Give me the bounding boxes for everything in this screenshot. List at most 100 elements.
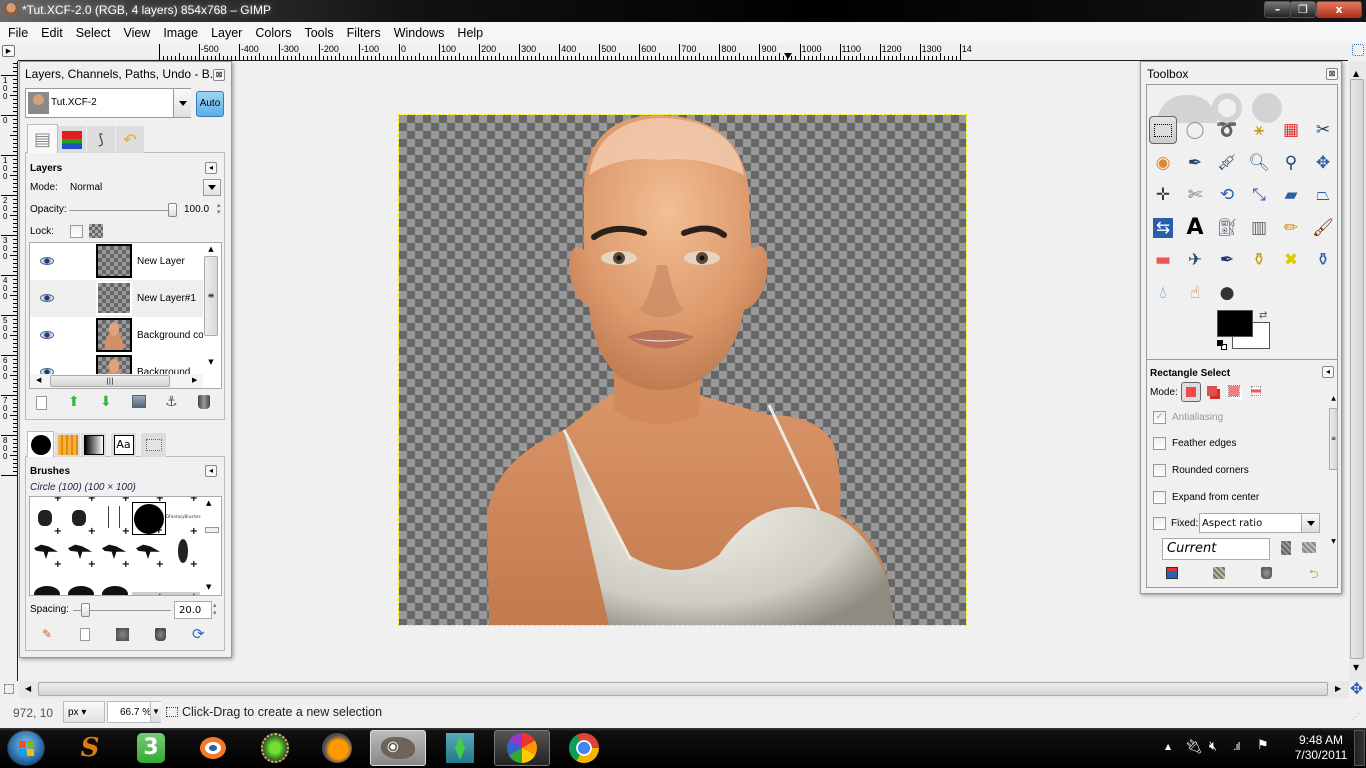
tool-paintbrush[interactable]: 🖌︎ <box>1309 214 1337 242</box>
taskbar-gimp[interactable] <box>370 730 426 766</box>
horizontal-ruler[interactable]: -500 -400 -300 -200 -100 0 100 200 300 400 500 600 7… <box>18 43 1348 61</box>
tool-rect-select[interactable]: ▭ <box>1149 116 1177 144</box>
tool-blur-sharpen[interactable]: 💧︎ <box>1149 279 1177 307</box>
mode-replace-button[interactable] <box>1181 382 1201 402</box>
close-toolbox-button[interactable]: ⊠ <box>1326 68 1338 80</box>
default-colors-icon[interactable] <box>1217 340 1223 346</box>
opacity-slider-track[interactable] <box>69 210 174 211</box>
vertical-scrollbar[interactable]: ▲ ▼ <box>1349 44 1366 681</box>
zoom-dropdown-arrow[interactable]: ▼ <box>150 702 161 722</box>
tool-zoom[interactable]: 🔍︎ <box>1245 149 1273 177</box>
tool-options-scrollbar[interactable]: ▲ ≡ ▼ <box>1329 395 1338 550</box>
auto-button[interactable]: Auto <box>196 91 224 117</box>
quick-mask-menu-button[interactable]: ▶ <box>2 45 15 57</box>
vertical-scroll-thumb[interactable] <box>1350 79 1364 659</box>
tool-paths[interactable]: ✒ <box>1181 149 1209 177</box>
clock[interactable]: 9:48 AM 7/30/2011 <box>1291 733 1351 763</box>
spacing-spin-arrows[interactable]: ▴ ▾ <box>213 601 217 617</box>
tool-bucket-fill[interactable]: ⛽︎ <box>1213 214 1241 242</box>
taskbar-the-sims-3[interactable] <box>432 730 488 766</box>
brush-preview-blob[interactable]: + <box>64 502 98 537</box>
mode-add-button[interactable] <box>1207 386 1217 396</box>
brush-preview-wing[interactable]: + <box>30 568 64 595</box>
layer-list-scroll-thumb[interactable]: ≡ <box>204 256 218 336</box>
feather-edges-checkbox[interactable] <box>1153 437 1166 450</box>
restore-options-button[interactable] <box>1213 567 1225 579</box>
mode-value[interactable]: Normal <box>70 182 102 193</box>
tool-options-scroll-thumb[interactable]: ≡ <box>1329 408 1338 470</box>
edit-brush-button[interactable]: ✎ <box>42 627 52 641</box>
minimize-button[interactable]: – <box>1264 1 1291 18</box>
spacing-input[interactable]: 20.0 <box>174 601 212 619</box>
image-selector-dropdown[interactable] <box>173 89 191 117</box>
unit-selector[interactable]: px ▾ <box>63 701 105 723</box>
tool-perspective-clone[interactable]: ⚱ <box>1309 246 1337 274</box>
close-button[interactable]: x <box>1316 1 1362 18</box>
tool-ellipse-select[interactable]: ◯ <box>1181 116 1209 144</box>
rounded-corners-checkbox[interactable] <box>1153 464 1166 477</box>
spacing-slider-handle[interactable] <box>81 603 90 617</box>
image-canvas[interactable] <box>398 114 967 626</box>
brush-preview-smear[interactable]: + <box>166 568 200 595</box>
foreground-color-swatch[interactable] <box>1217 310 1253 337</box>
scroll-left-arrow[interactable]: ◀ <box>36 376 41 384</box>
volume-muted-icon[interactable]: 🔇︎ <box>1209 739 1217 754</box>
fixed-value-input[interactable]: Current <box>1162 538 1270 560</box>
action-center-flag-icon[interactable]: ⚑ <box>1257 738 1269 753</box>
scroll-down-arrow[interactable]: ▼ <box>203 358 219 366</box>
antialiasing-checkbox[interactable]: ✓ <box>1153 411 1166 424</box>
tool-select-by-color[interactable]: ▦ <box>1277 116 1305 144</box>
tab-brushes[interactable] <box>27 431 54 457</box>
menu-select[interactable]: Select <box>76 26 111 40</box>
tab-channels[interactable] <box>58 126 86 153</box>
power-icon[interactable]: 🔌︎ <box>1185 739 1203 755</box>
network-signal-icon[interactable]: .ıl <box>1233 740 1241 753</box>
scroll-right-arrow[interactable]: ▶ <box>1335 684 1341 693</box>
tool-airbrush[interactable]: ✈ <box>1181 246 1209 274</box>
brush-preview-smear[interactable]: + <box>132 568 166 595</box>
menu-filters[interactable]: Filters <box>347 26 381 40</box>
scroll-right-arrow[interactable]: ▶ <box>192 376 197 384</box>
taskbar-fl-studio[interactable] <box>309 730 365 766</box>
tool-crop[interactable]: ✄ <box>1181 181 1209 209</box>
opacity-value[interactable]: 100.0 <box>184 204 209 215</box>
brush-preview-wing[interactable]: + <box>98 568 132 595</box>
duplicate-layer-button[interactable] <box>132 395 146 408</box>
tool-scale[interactable]: ⤡ <box>1245 181 1273 209</box>
menu-tools[interactable]: Tools <box>304 26 333 40</box>
scroll-down-arrow[interactable]: ▼ <box>1353 663 1359 672</box>
menu-file[interactable]: File <box>8 26 28 40</box>
fixed-mode-dropdown-arrow[interactable] <box>1301 514 1319 532</box>
zoom-fit-icon[interactable] <box>1352 44 1364 56</box>
tool-free-select[interactable]: ➰ <box>1213 116 1241 144</box>
brush-preview-dots[interactable]: + <box>30 502 64 537</box>
restore-button[interactable]: ❐ <box>1290 1 1316 18</box>
tool-foreground-select[interactable]: ◉ <box>1149 149 1177 177</box>
tool-rotate[interactable]: ⟲ <box>1213 181 1241 209</box>
mode-subtract-button[interactable] <box>1228 385 1240 397</box>
taskbar-picasa[interactable] <box>494 730 550 766</box>
tool-dodge-burn[interactable]: ● <box>1213 279 1241 307</box>
menu-edit[interactable]: Edit <box>41 26 63 40</box>
brush-preview-circle-selected[interactable]: + <box>132 502 166 536</box>
start-button[interactable] <box>7 730 45 766</box>
tool-text[interactable]: A <box>1181 214 1209 242</box>
expand-from-center-checkbox[interactable] <box>1153 491 1166 504</box>
navigate-icon[interactable]: ✥ <box>1350 679 1363 698</box>
tool-scissors[interactable]: ✂ <box>1309 116 1337 144</box>
lower-layer-button[interactable]: ⬇ <box>100 394 112 410</box>
tool-flip[interactable]: ⇆ <box>1149 214 1177 242</box>
delete-preset-button[interactable] <box>1281 541 1291 555</box>
layer-list-vscroll[interactable]: ▲ ≡ ▼ <box>203 245 219 373</box>
save-options-button[interactable] <box>1166 567 1178 579</box>
configure-tab-button[interactable]: ◂ <box>205 465 217 477</box>
visibility-eye-icon[interactable] <box>40 331 54 339</box>
tool-perspective[interactable]: ⏢ <box>1309 181 1337 209</box>
tool-smudge[interactable]: ☝ <box>1181 279 1209 307</box>
brush-grid[interactable]: +++++++++DFantasyBrushes+++++++++++ ▲ ▼ <box>29 496 222 596</box>
taskbar-sculptris[interactable]: S <box>62 730 118 766</box>
tool-heal[interactable]: ✖ <box>1277 246 1305 274</box>
vertical-ruler[interactable]: 100 0 100 200 300 400 500 600 700 800 <box>0 61 18 681</box>
layer-row[interactable]: New Layer#1 <box>30 280 203 317</box>
scroll-up-arrow[interactable]: ▲ <box>203 245 219 253</box>
